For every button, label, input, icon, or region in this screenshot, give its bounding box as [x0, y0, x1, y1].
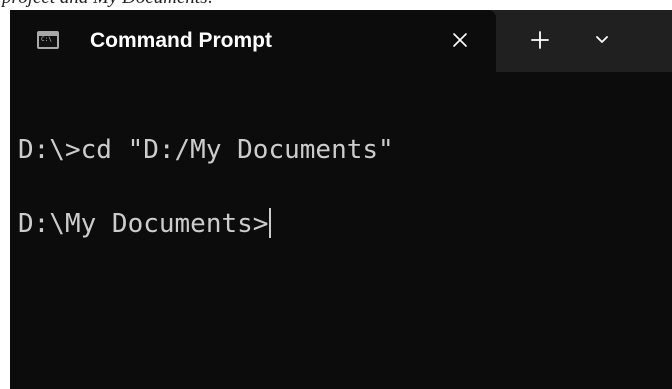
terminal-window: C:\ Command Prompt D:\>cd "D:/My Documen… [10, 10, 672, 389]
plus-icon [531, 31, 549, 49]
caption-text: project and My Documents: [2, 0, 214, 9]
terminal-line-prompt: D:\My Documents> [18, 208, 272, 240]
tab-title: Command Prompt [90, 29, 273, 52]
caption-strip: project and My Documents: [0, 0, 672, 10]
command-prompt-icon-glyph: C:\ [41, 36, 52, 43]
command-prompt-icon: C:\ [37, 31, 59, 49]
terminal-output[interactable]: D:\>cd "D:/My Documents" D:\My Documents… [10, 72, 672, 389]
tab-dropdown-button[interactable] [590, 28, 614, 52]
screenshot-page: project and My Documents: C:\ Command Pr… [0, 0, 672, 389]
close-icon [453, 33, 467, 47]
close-tab-button[interactable] [446, 26, 474, 54]
chevron-down-icon [596, 36, 608, 43]
tab-command-prompt[interactable]: C:\ Command Prompt [10, 10, 496, 72]
text-cursor [269, 208, 272, 238]
terminal-line-command: D:\>cd "D:/My Documents" [18, 134, 394, 166]
new-tab-button[interactable] [526, 26, 554, 54]
title-bar: C:\ Command Prompt [10, 10, 672, 72]
terminal-prompt-text: D:\My Documents> [18, 209, 269, 239]
terminal-line-text: D:\>cd "D:/My Documents" [18, 135, 394, 165]
